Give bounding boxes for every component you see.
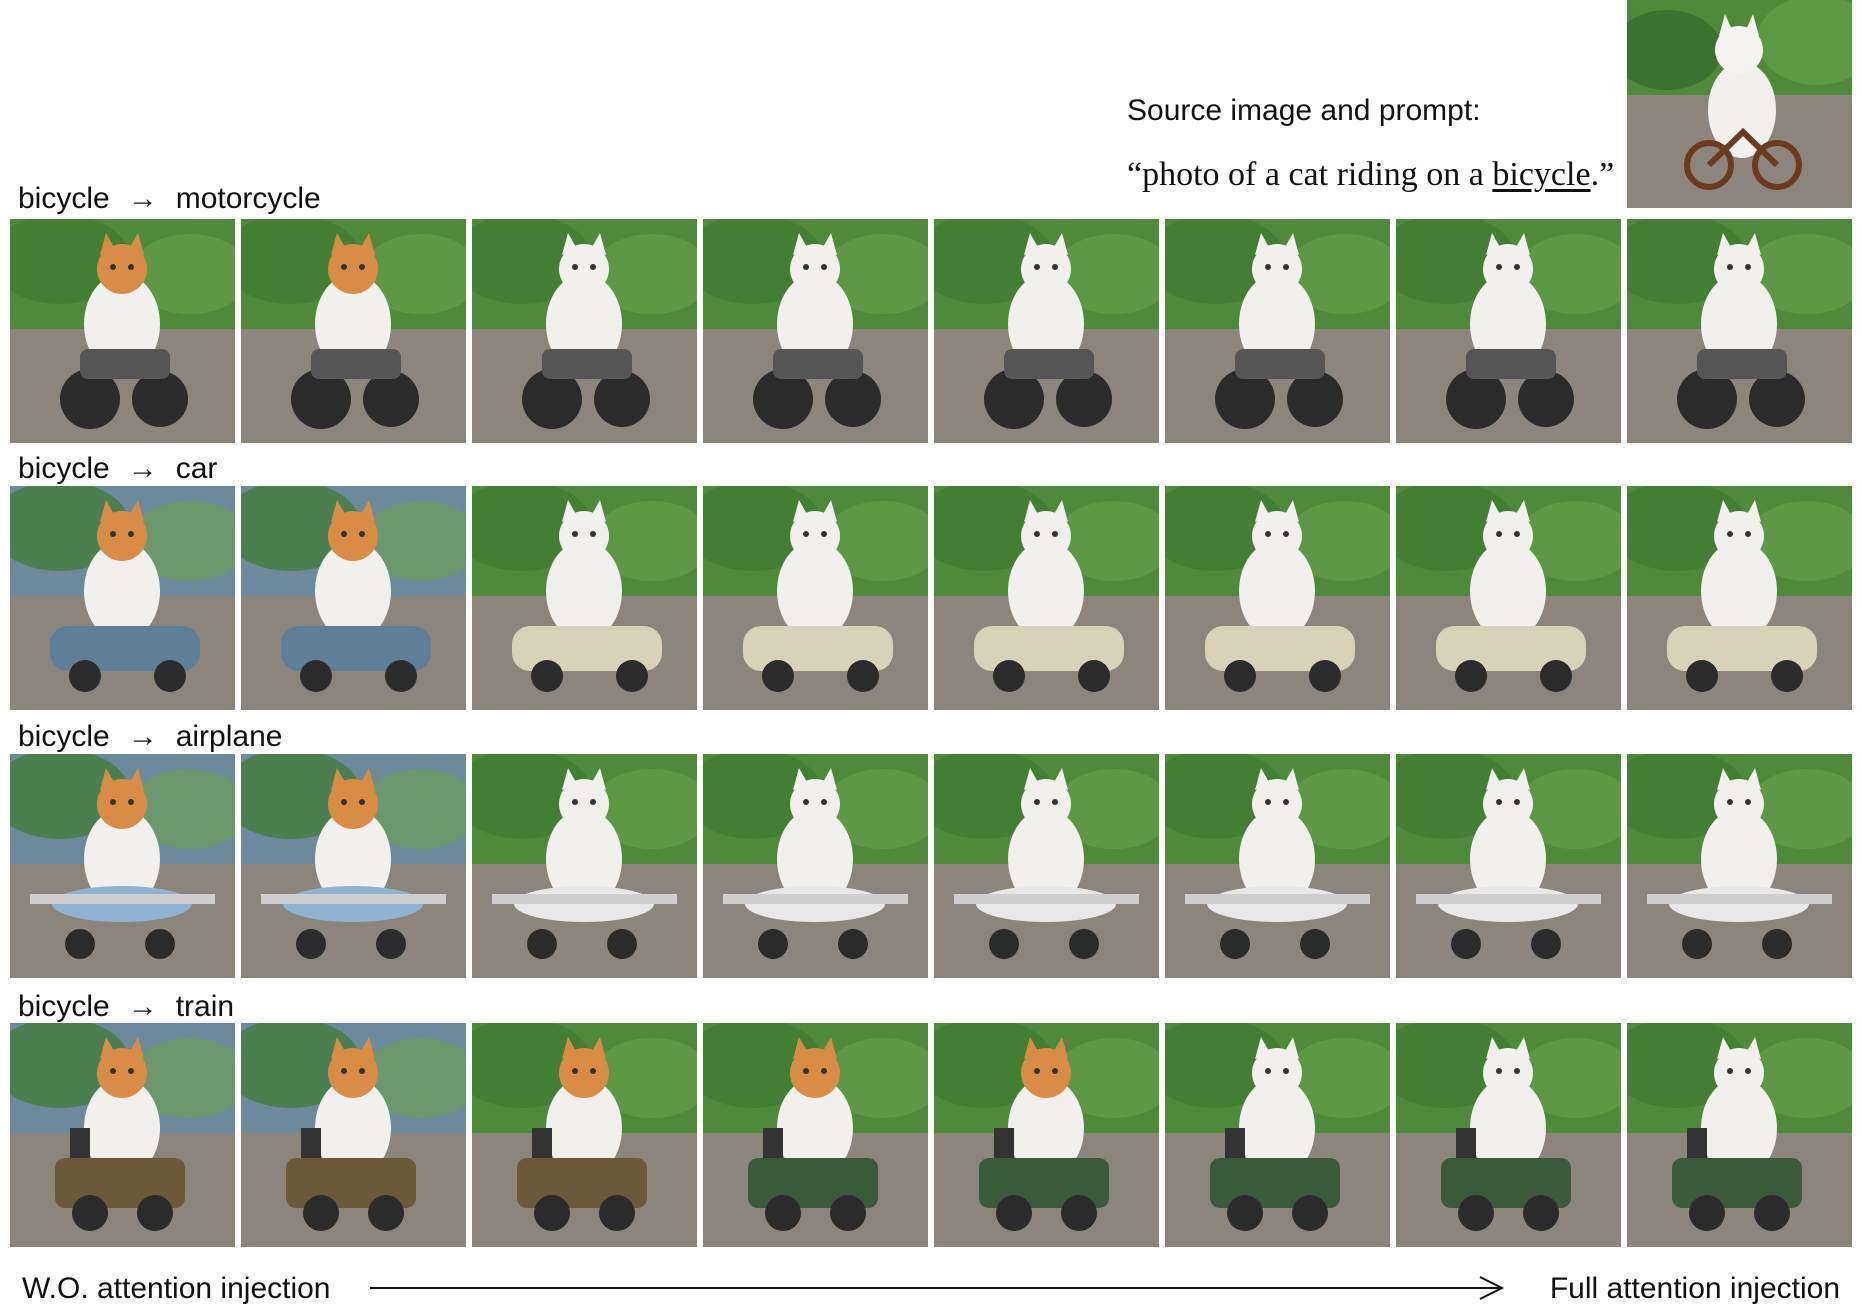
generated-image-tile [472, 219, 697, 443]
image-row-motorcycle [10, 219, 1852, 443]
row-label-car: bicycle → car [18, 452, 217, 486]
row-label-from: bicycle [18, 182, 110, 215]
row-label-motorcycle: bicycle → motorcycle [18, 182, 321, 216]
generated-image-tile [472, 486, 697, 710]
source-prompt-word: bicycle [1492, 156, 1591, 193]
generated-image-tile [1627, 219, 1852, 443]
generated-image-tile [1396, 754, 1621, 978]
generated-image-tile [1627, 486, 1852, 710]
generated-image-tile [703, 754, 928, 978]
long-arrow-icon [370, 1276, 1505, 1300]
row-label-from: bicycle [18, 720, 110, 753]
generated-image-tile [934, 754, 1159, 978]
generated-image-tile [703, 219, 928, 443]
generated-image-tile [1165, 486, 1390, 710]
footer-left-label: W.O. attention injection [22, 1272, 331, 1305]
generated-image-tile [1165, 754, 1390, 978]
generated-image-tile [10, 754, 235, 978]
generated-image-tile [241, 1023, 466, 1247]
generated-image-tile [1627, 754, 1852, 978]
generated-image-tile [703, 486, 928, 710]
image-row-car [10, 486, 1852, 710]
row-label-to: car [175, 452, 218, 485]
generated-image-tile [241, 219, 466, 443]
generated-image-tile [241, 754, 466, 978]
source-image [1612, 0, 1862, 208]
generated-image-tile [703, 1023, 928, 1247]
generated-image-tile [1627, 1023, 1852, 1247]
generated-image-tile [1396, 1023, 1621, 1247]
image-row-airplane [10, 754, 1852, 978]
row-label-to: train [175, 990, 235, 1023]
arrow-right-icon: → [127, 182, 158, 215]
generated-image-tile [1396, 219, 1621, 443]
image-row-train [10, 1023, 1852, 1247]
arrow-right-icon: → [127, 990, 158, 1023]
generated-image-tile [1165, 1023, 1390, 1247]
generated-image-tile [10, 219, 235, 443]
row-label-train: bicycle → train [18, 990, 234, 1024]
generated-image-tile [934, 486, 1159, 710]
generated-image-tile [10, 486, 235, 710]
arrow-right-icon: → [127, 720, 158, 753]
row-label-airplane: bicycle → airplane [18, 720, 282, 754]
row-label-to: airplane [175, 720, 283, 753]
generated-image-tile [472, 1023, 697, 1247]
generated-image-tile [241, 486, 466, 710]
source-prompt: “photo of a cat riding on a bicycle.” [1127, 156, 1614, 194]
generated-image-tile [1165, 219, 1390, 443]
footer-right-label: Full attention injection [1549, 1272, 1840, 1305]
generated-image-tile [472, 754, 697, 978]
row-label-from: bicycle [18, 452, 110, 485]
arrow-right-icon: → [127, 452, 158, 485]
generated-image-tile [934, 1023, 1159, 1247]
generated-image-tile [1396, 486, 1621, 710]
source-label: Source image and prompt: [1127, 94, 1481, 127]
generated-image-tile [10, 1023, 235, 1247]
source-prompt-close: .” [1590, 156, 1615, 193]
generated-image-tile [934, 219, 1159, 443]
source-prompt-open: “photo of a cat riding on a [1127, 156, 1493, 193]
row-label-to: motorcycle [175, 182, 321, 215]
row-label-from: bicycle [18, 990, 110, 1023]
